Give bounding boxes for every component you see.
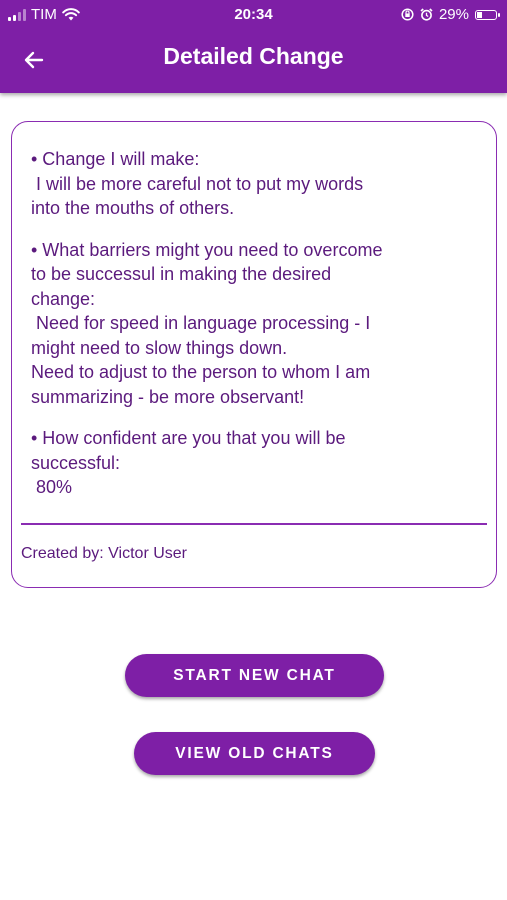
start-new-chat-label: START NEW CHAT	[173, 666, 336, 684]
page-title: Detailed Change	[163, 43, 344, 69]
section-line: to be successul in making the desired	[31, 264, 332, 284]
view-old-chats-label: VIEW OLD CHATS	[175, 744, 334, 762]
app-bar: TIM 20:34 29% Detailed Change	[0, 0, 507, 93]
battery-fill	[477, 11, 482, 18]
card-divider	[21, 523, 487, 525]
change-detail-text: • Change I will make: I will be more car…	[31, 147, 481, 517]
section-line: Need for speed in language processing - …	[31, 313, 371, 333]
change-section: • Change I will make: I will be more car…	[31, 147, 481, 221]
status-right: 29%	[401, 6, 500, 23]
battery-icon	[475, 9, 500, 20]
alarm-icon	[420, 8, 433, 21]
battery-percent: 29%	[438, 6, 469, 23]
section-line: I will be more careful not to put my wor…	[31, 173, 364, 194]
change-detail-card: • Change I will make: I will be more car…	[11, 121, 497, 588]
section-line: • What barriers might you need to overco…	[31, 239, 383, 260]
change-section: • How confident are you that you will be…	[31, 426, 481, 500]
section-line: • How confident are you that you will be	[31, 428, 346, 448]
section-line: Need to adjust to the person to whom I a…	[31, 362, 371, 382]
section-line: • Change I will make:	[31, 149, 200, 169]
section-line: into the mouths of others.	[31, 198, 235, 218]
section-line: successful:	[31, 452, 121, 473]
section-line: summarizing - be more observant!	[31, 386, 305, 407]
view-old-chats-button[interactable]: VIEW OLD CHATS	[134, 732, 375, 775]
created-by-label: Created by: Victor User	[21, 545, 187, 562]
section-line: 80%	[31, 477, 73, 497]
change-section: • What barriers might you need to overco…	[31, 238, 481, 410]
status-bar: TIM 20:34 29%	[0, 0, 507, 30]
section-line: might need to slow things down.	[31, 337, 288, 358]
screen-lock-icon	[401, 8, 414, 21]
section-line: change:	[31, 288, 96, 309]
start-new-chat-button[interactable]: START NEW CHAT	[125, 654, 384, 697]
